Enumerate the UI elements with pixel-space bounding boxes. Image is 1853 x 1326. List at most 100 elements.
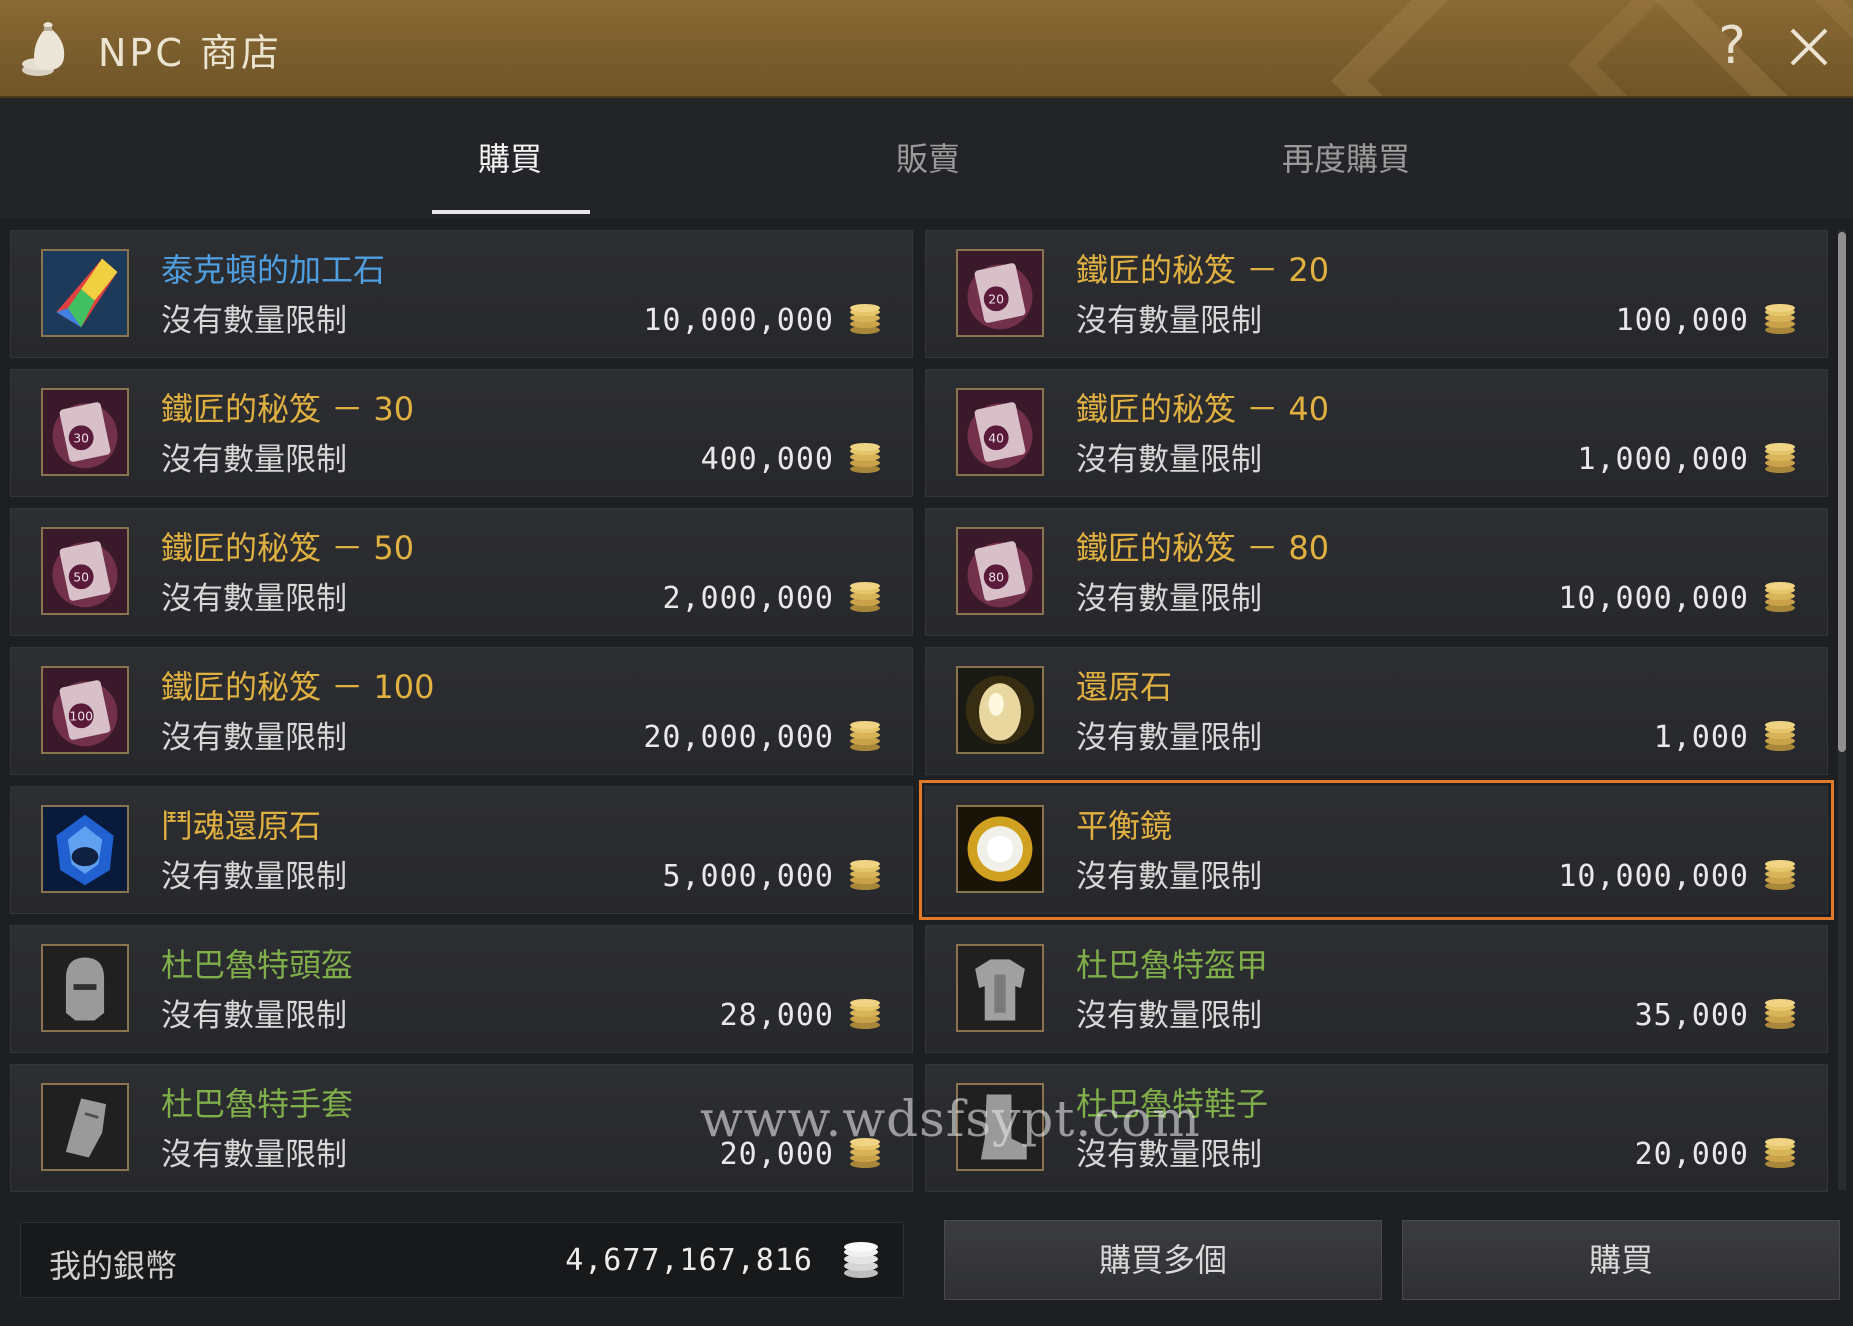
svg-text:30: 30 bbox=[73, 431, 89, 446]
item-price: 20,000,000 bbox=[643, 720, 834, 755]
close-icon[interactable] bbox=[1788, 26, 1830, 68]
gold-coin-icon bbox=[848, 859, 882, 891]
item-limit: 沒有數量限制 bbox=[161, 1137, 347, 1173]
shop-item[interactable]: 平衡鏡沒有數量限制 10,000,000 bbox=[919, 780, 1834, 920]
item-name: 杜巴魯特頭盔 bbox=[161, 946, 354, 984]
item-name: 鐵匠的秘笈 － 20 bbox=[1076, 251, 1330, 289]
item-price: 100,000 bbox=[1615, 303, 1749, 338]
item-name: 鐵匠的秘笈 － 50 bbox=[161, 529, 415, 567]
shop-item[interactable]: 鬥魂還原石沒有數量限制 5,000,000 bbox=[10, 786, 913, 914]
item-limit: 沒有數量限制 bbox=[161, 859, 347, 895]
svg-text:80: 80 bbox=[988, 570, 1004, 585]
armor-icon bbox=[956, 944, 1044, 1032]
shop-item[interactable]: 還原石 沒有數量限制 1,000 bbox=[925, 647, 1828, 775]
help-icon[interactable]: ? bbox=[1710, 16, 1754, 76]
item-limit: 沒有數量限制 bbox=[1076, 998, 1262, 1034]
item-name: 杜巴魯特盔甲 bbox=[1076, 946, 1269, 984]
blacksmith-book-icon: 30 bbox=[41, 388, 129, 476]
window-title: NPC 商店 bbox=[98, 31, 282, 75]
silver-value: 4,677,167,816 bbox=[565, 1243, 813, 1278]
item-limit: 沒有數量限制 bbox=[161, 998, 347, 1034]
item-price: 35,000 bbox=[1634, 998, 1749, 1033]
item-name: 鐵匠的秘笈 － 40 bbox=[1076, 390, 1330, 428]
gloves-icon bbox=[41, 1083, 129, 1171]
balance-mirror-icon bbox=[956, 805, 1044, 893]
item-price: 20,000 bbox=[1634, 1137, 1749, 1172]
npc-shop-window: NPC 商店 ? 購買 販賣 再度購買 泰克頓的加工石 沒有數量限制 10,000,… bbox=[0, 0, 1853, 1326]
blacksmith-book-icon: 40 bbox=[956, 388, 1044, 476]
item-price: 10,000,000 bbox=[1558, 581, 1749, 616]
shop-item[interactable]: 杜巴魯特盔甲 沒有數量限制 35,000 bbox=[925, 925, 1828, 1053]
shop-item[interactable]: 杜巴魯特頭盔 沒有數量限制 28,000 bbox=[10, 925, 913, 1053]
item-name: 鐵匠的秘笈 － 80 bbox=[1076, 529, 1330, 567]
silver-label: 我的銀幣 bbox=[49, 1247, 178, 1285]
item-limit: 沒有數量限制 bbox=[1076, 303, 1262, 339]
money-bag-icon bbox=[22, 22, 65, 76]
watermark: www.wdsfsypt.com bbox=[700, 1090, 1201, 1148]
item-list: 泰克頓的加工石 沒有數量限制 10,000,000 20 鐵匠的秘笈 － 20 沒有數量限… bbox=[0, 222, 1853, 1192]
item-price: 2,000,000 bbox=[662, 581, 834, 616]
helmet-icon bbox=[41, 944, 129, 1032]
gold-coin-icon bbox=[848, 442, 882, 474]
gold-coin-icon bbox=[1763, 581, 1797, 613]
shop-item[interactable]: 30 鐵匠的秘笈 － 30 沒有數量限制 400,000 bbox=[10, 369, 913, 497]
item-name: 平衡鏡 bbox=[1076, 807, 1173, 845]
gold-coin-icon bbox=[1763, 859, 1797, 891]
item-limit: 沒有數量限制 bbox=[161, 581, 347, 617]
shop-item[interactable]: 20 鐵匠的秘笈 － 20 沒有數量限制 100,000 bbox=[925, 230, 1828, 358]
scrollbar-thumb[interactable] bbox=[1838, 232, 1846, 752]
blacksmith-book-icon: 100 bbox=[41, 666, 129, 754]
tab-sell[interactable]: 販賣 bbox=[818, 134, 1038, 180]
buy-button[interactable]: 購買 bbox=[1402, 1220, 1840, 1300]
gold-coin-icon bbox=[848, 303, 882, 335]
gold-coin-icon bbox=[1763, 303, 1797, 335]
item-name: 杜巴魯特手套 bbox=[161, 1085, 354, 1123]
shop-item[interactable]: 泰克頓的加工石 沒有數量限制 10,000,000 bbox=[10, 230, 913, 358]
item-limit: 沒有數量限制 bbox=[161, 720, 347, 756]
item-limit: 沒有數量限制 bbox=[161, 303, 347, 339]
item-price: 400,000 bbox=[700, 442, 834, 477]
restoration-stone-icon bbox=[956, 666, 1044, 754]
item-price: 28,000 bbox=[719, 998, 834, 1033]
item-name: 還原石 bbox=[1076, 668, 1173, 706]
shop-tabs: 購買 販賣 再度購買 bbox=[0, 98, 1853, 218]
item-price: 10,000,000 bbox=[643, 303, 834, 338]
svg-text:100: 100 bbox=[69, 709, 93, 724]
item-price: 1,000,000 bbox=[1577, 442, 1749, 477]
blacksmith-book-icon: 50 bbox=[41, 527, 129, 615]
item-name: 鐵匠的秘笈 － 100 bbox=[161, 668, 435, 706]
shop-item[interactable]: 40 鐵匠的秘笈 － 40 沒有數量限制 1,000,000 bbox=[925, 369, 1828, 497]
blacksmith-book-icon: 80 bbox=[956, 527, 1044, 615]
gold-coin-icon bbox=[1763, 442, 1797, 474]
blacksmith-book-icon: 20 bbox=[956, 249, 1044, 337]
shop-footer: 我的銀幣 4,677,167,816 購買多個 購買 bbox=[0, 1196, 1853, 1326]
gold-coin-icon bbox=[848, 581, 882, 613]
gold-coin-icon bbox=[1763, 1137, 1797, 1169]
shop-item[interactable]: 50 鐵匠的秘笈 － 50 沒有數量限制 2,000,000 bbox=[10, 508, 913, 636]
item-price: 10,000,000 bbox=[1558, 859, 1749, 894]
item-limit: 沒有數量限制 bbox=[1076, 720, 1262, 756]
gold-coin-icon bbox=[1763, 720, 1797, 752]
item-limit: 沒有數量限制 bbox=[161, 442, 347, 478]
spirit-restoration-stone-icon bbox=[41, 805, 129, 893]
buy-multiple-button[interactable]: 購買多個 bbox=[944, 1220, 1382, 1300]
item-limit: 沒有數量限制 bbox=[1076, 859, 1262, 895]
item-name: 鬥魂還原石 bbox=[161, 807, 322, 845]
silver-balance: 我的銀幣 4,677,167,816 bbox=[20, 1222, 904, 1298]
shop-item[interactable]: 100 鐵匠的秘笈 － 100 沒有數量限制 20,000,000 bbox=[10, 647, 913, 775]
shop-item[interactable]: 80 鐵匠的秘笈 － 80 沒有數量限制 10,000,000 bbox=[925, 508, 1828, 636]
window-header[interactable]: NPC 商店 ? bbox=[0, 0, 1853, 98]
gold-coin-icon bbox=[848, 998, 882, 1030]
tab-buy[interactable]: 購買 bbox=[400, 134, 620, 180]
svg-text:50: 50 bbox=[73, 570, 89, 585]
svg-text:20: 20 bbox=[988, 292, 1004, 307]
silver-coin-icon bbox=[844, 1242, 878, 1278]
item-price: 5,000,000 bbox=[662, 859, 834, 894]
item-limit: 沒有數量限制 bbox=[1076, 442, 1262, 478]
item-name: 泰克頓的加工石 bbox=[161, 251, 386, 289]
tab-buyback[interactable]: 再度購買 bbox=[1236, 134, 1456, 180]
active-tab-indicator bbox=[432, 210, 590, 214]
gold-coin-icon bbox=[1763, 998, 1797, 1030]
crystal-stone-icon bbox=[41, 249, 129, 337]
item-name: 鐵匠的秘笈 － 30 bbox=[161, 390, 415, 428]
